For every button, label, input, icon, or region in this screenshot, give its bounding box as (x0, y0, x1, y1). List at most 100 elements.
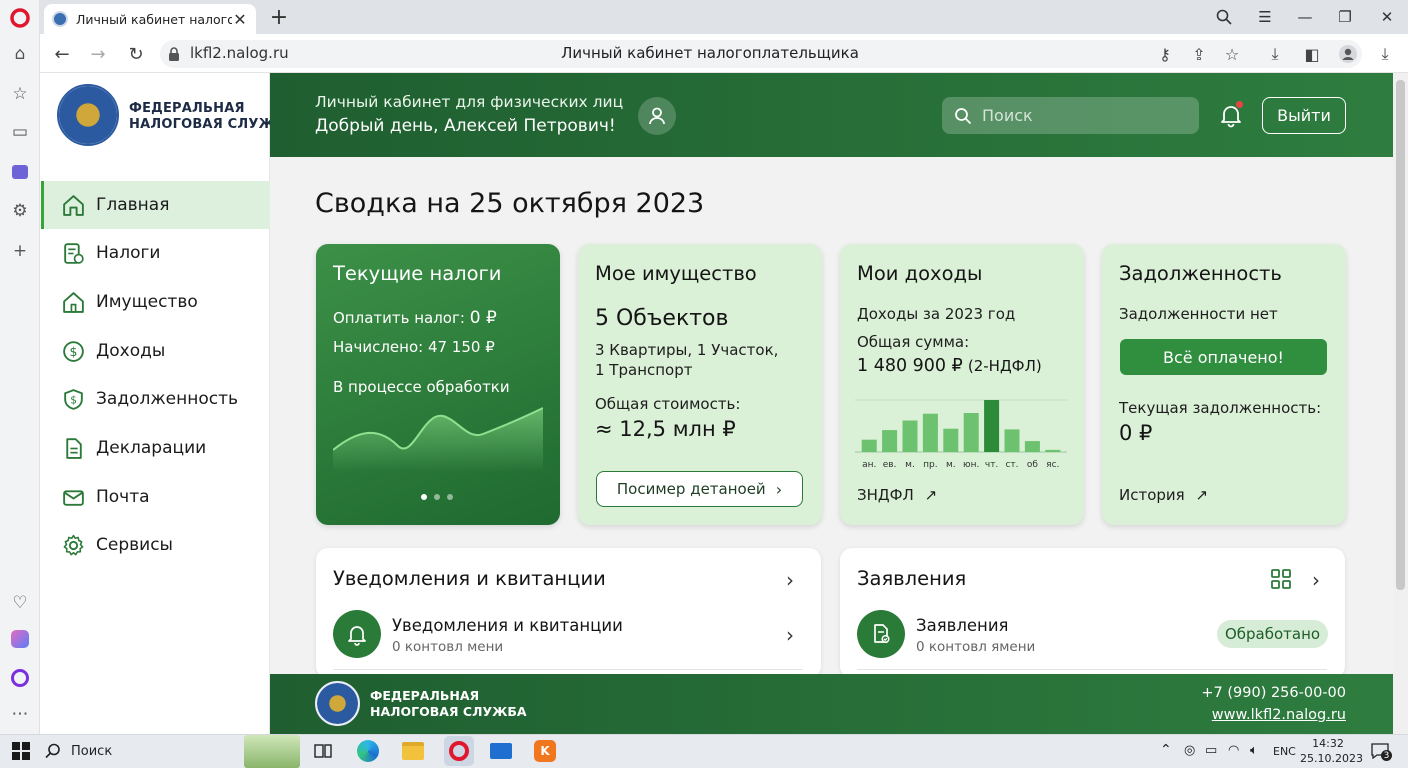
url-text[interactable]: lkfl2.nalog.ru (190, 44, 289, 62)
nav-item-debt[interactable]: $ Задолженность (41, 375, 270, 423)
search-box[interactable] (942, 97, 1199, 134)
footer-site-link[interactable]: www.lkfl2.nalog.ru (1150, 707, 1346, 723)
chart-tick-label: ев. (883, 460, 897, 470)
user-avatar-icon[interactable] (638, 97, 676, 135)
notification-item-title[interactable]: Уведомления и квитанции (392, 616, 623, 635)
nav-item-taxes[interactable]: Налоги (41, 229, 270, 277)
footer-emblem-logo[interactable] (315, 681, 360, 726)
k-app-icon[interactable]: K (532, 738, 558, 764)
aria-icon[interactable] (8, 666, 32, 690)
tray-language[interactable]: ENC (1273, 745, 1296, 758)
share-icon[interactable]: ⇪ (1187, 42, 1211, 66)
chevron-right-icon[interactable]: › (786, 623, 794, 647)
key-icon[interactable]: ⚷ (1153, 42, 1177, 66)
tray-chevron-up-icon[interactable]: ⌃ (1160, 742, 1172, 758)
scrollbar-thumb[interactable] (1396, 80, 1405, 590)
bookmarks-star-icon[interactable]: ☆ (8, 82, 32, 106)
footer-logo-text[interactable]: ФЕДЕРАЛЬНАЯ НАЛОГОВАЯ СЛУЖБА (370, 688, 527, 720)
home-icon[interactable]: ⌂ (8, 42, 32, 66)
nav-label: Сервисы (96, 535, 173, 555)
new-tab-button[interactable]: + (266, 4, 292, 30)
nav-label: Доходы (96, 341, 166, 361)
card-title: Мое имущество (595, 262, 757, 285)
bookmark-star-icon[interactable]: ☆ (1220, 42, 1244, 66)
messenger-icon[interactable] (8, 160, 32, 184)
add-icon[interactable]: + (8, 239, 32, 263)
history-link[interactable]: История ↗ (1119, 486, 1208, 504)
action-center-icon[interactable]: 3 (1370, 742, 1392, 761)
notification-item-sub: 0 контовл мени (392, 639, 504, 655)
nav-item-income[interactable]: $ Доходы (41, 327, 270, 375)
mail-app-icon[interactable] (488, 738, 514, 764)
close-window-button[interactable]: ✕ (1372, 4, 1402, 30)
income-period: Доходы за 2023 год (857, 305, 1016, 323)
more-icon[interactable]: ⋯ (8, 702, 32, 726)
taskbar-search[interactable]: Поиск (45, 737, 235, 765)
income-link[interactable]: ЗНДФЛ ↗ (857, 486, 937, 504)
tray-location-icon[interactable]: ◎ (1184, 743, 1195, 758)
opera-taskbar-icon[interactable] (444, 736, 474, 766)
downloads-icon[interactable]: ⤓ (1373, 42, 1397, 66)
nav-item-declarations[interactable]: Декларации (41, 424, 270, 472)
all-paid-button[interactable]: Всё оплачено! (1120, 339, 1327, 375)
opera-logo-icon[interactable] (8, 6, 32, 30)
application-item-sub: 0 контовл ямени (916, 639, 1036, 655)
property-details-button[interactable]: Посимер детаноей › (596, 471, 803, 507)
footer-phone[interactable]: +7 (990) 256-00-00 (1150, 685, 1346, 701)
nav-item-home[interactable]: Главная (41, 181, 270, 229)
search-input[interactable] (982, 106, 1182, 125)
minimize-button[interactable]: — (1290, 4, 1320, 30)
restore-button[interactable]: ❐ (1330, 4, 1360, 30)
chart-bar (943, 428, 959, 452)
reload-button[interactable]: ↻ (124, 42, 148, 66)
download-icon[interactable]: ⤓ (1263, 42, 1287, 66)
search-highlight-image[interactable] (244, 735, 300, 768)
file-icon (66, 437, 82, 459)
chart-tick-label: ст. (1005, 460, 1018, 470)
page-title-display: Личный кабинет налогоплательщика (561, 44, 859, 62)
chevron-right-icon[interactable]: › (1312, 568, 1320, 592)
chart-bar (922, 413, 938, 452)
windows-start-icon[interactable] (12, 742, 30, 764)
nav-item-property[interactable]: Имущество (41, 278, 270, 326)
menu-icon[interactable]: ☰ (1250, 4, 1280, 30)
application-item-title[interactable]: Заявления (916, 616, 1008, 635)
back-button[interactable]: ← (50, 42, 74, 66)
tray-date[interactable]: 25.10.2023 (1300, 752, 1363, 765)
fns-emblem-logo[interactable] (57, 84, 119, 146)
card-debt[interactable] (1102, 244, 1346, 525)
sidebar-toggle-icon[interactable]: ◧ (1300, 42, 1324, 66)
income-link-label: ЗНДФЛ (857, 486, 914, 504)
ai-app-icon[interactable] (8, 627, 32, 651)
search-tabs-icon[interactable] (1209, 4, 1239, 30)
tray-volume-icon[interactable]: 🔈︎ (1250, 743, 1258, 758)
carousel-dot[interactable] (434, 494, 440, 500)
forward-button[interactable]: → (86, 42, 110, 66)
lock-icon[interactable] (168, 46, 180, 61)
card-my-income[interactable] (840, 244, 1084, 525)
nav-label: Декларации (96, 438, 207, 458)
browser-tab[interactable]: Личный кабинет налогоплательщика ✕ (44, 4, 256, 34)
tray-wifi-icon[interactable]: ◠ (1228, 743, 1239, 758)
nav-item-mail[interactable]: Почта (41, 473, 270, 521)
file-explorer-icon[interactable] (400, 738, 426, 764)
wallet-icon[interactable]: ▭ (8, 120, 32, 144)
nav-item-services[interactable]: Сервисы (41, 521, 270, 569)
current-debt-value: 0 ₽ (1119, 421, 1153, 445)
carousel-dot[interactable] (447, 494, 453, 500)
nav-label: Задолженность (96, 389, 239, 409)
search-icon (955, 107, 972, 124)
task-view-icon[interactable] (310, 738, 336, 764)
chevron-right-icon[interactable]: › (786, 568, 794, 592)
tray-time[interactable]: 14:32 (1300, 737, 1356, 750)
settings-icon[interactable]: ⚙ (8, 199, 32, 223)
heart-icon[interactable]: ♡ (8, 591, 32, 615)
footer-logo-line-1: ФЕДЕРАЛЬНАЯ (370, 688, 480, 703)
logout-button[interactable]: Выйти (1262, 97, 1346, 134)
profile-icon[interactable] (1336, 42, 1360, 66)
grid-view-icon[interactable] (1271, 569, 1292, 594)
edge-icon[interactable] (355, 738, 381, 764)
tab-close-icon[interactable]: ✕ (232, 10, 248, 29)
tray-battery-icon[interactable]: ▭ (1205, 743, 1217, 758)
carousel-dot-active[interactable] (421, 494, 427, 500)
